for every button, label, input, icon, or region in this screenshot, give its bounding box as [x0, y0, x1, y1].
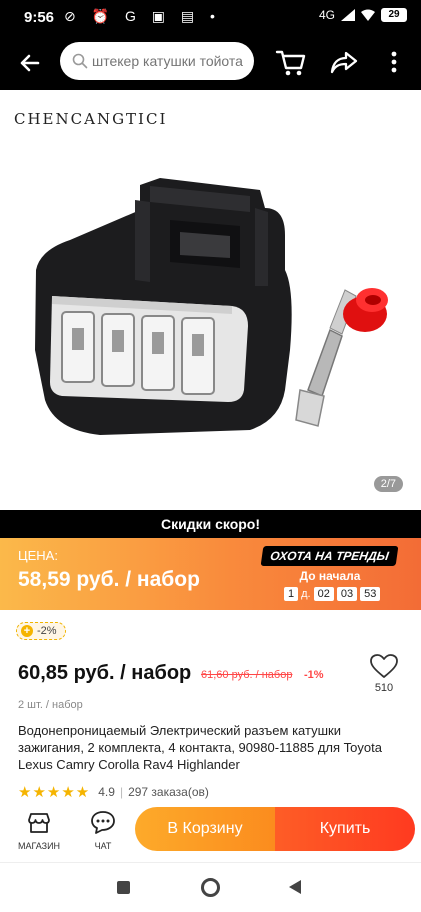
- product-price: 60,85 руб. / набор: [18, 662, 192, 684]
- store-button[interactable]: МАГАЗИН: [14, 806, 64, 860]
- buy-now-button[interactable]: Купить: [275, 807, 415, 851]
- old-price: 61,60 руб. / набор: [201, 669, 293, 681]
- price-label: ЦЕНА:: [18, 548, 58, 563]
- wishlist-button[interactable]: [368, 652, 400, 680]
- top-nav: [0, 36, 421, 90]
- network-label: 4G: [318, 8, 335, 22]
- coupon-badge[interactable]: + -2%: [16, 622, 66, 640]
- countdown-label: До начала: [299, 569, 361, 583]
- bottom-action-bar: МАГАЗИН ЧАТ В Корзину Купить: [0, 806, 421, 860]
- orders-count: 297 заказа(ов): [128, 785, 209, 799]
- rating-stars: ★★★★★: [18, 784, 91, 801]
- product-gallery[interactable]: CHENCANGTICI 2/7: [0, 90, 421, 510]
- plus-icon: +: [21, 625, 33, 637]
- search-bar[interactable]: [60, 42, 254, 80]
- unit-label: 2 шт. / набор: [18, 699, 83, 711]
- countdown-timer: 1 д. 02 03 53: [284, 587, 381, 601]
- arrow-left-icon: [20, 54, 40, 72]
- rating-separator: |: [119, 785, 124, 799]
- more-button[interactable]: [382, 46, 406, 78]
- status-bar: 9:56 ⊘ ⏰ G ▣ ▤ • 4G 29: [0, 0, 421, 36]
- cart-icon: [275, 50, 306, 76]
- heart-icon: [370, 654, 398, 678]
- battery-icon: 29: [381, 8, 407, 22]
- product-image: [35, 178, 388, 435]
- wishlist-count: 510: [374, 682, 394, 694]
- status-right-icons: 4G 29: [319, 8, 407, 22]
- status-time: 9:56: [24, 9, 55, 26]
- chat-button[interactable]: ЧАТ: [78, 806, 128, 860]
- wifi-icon: [361, 9, 375, 21]
- product-title: Водонепроницаемый Электрический разъем к…: [18, 723, 382, 772]
- sale-price: 58,59 руб. / набор: [18, 568, 200, 591]
- sale-price-banner: ЦЕНА: 58,59 руб. / набор ОХОТА НА ТРЕНДЫ…: [0, 538, 421, 610]
- cart-button[interactable]: [274, 46, 308, 78]
- search-icon: [72, 53, 88, 69]
- timer-days: 1: [284, 587, 299, 601]
- coupon-text: -2%: [37, 625, 57, 637]
- add-to-cart-button[interactable]: В Корзину: [135, 807, 275, 851]
- recents-icon[interactable]: [117, 881, 130, 894]
- store-label: МАГАЗИН: [17, 841, 61, 851]
- chat-label: ЧАТ: [94, 841, 112, 851]
- more-vertical-icon: [391, 51, 397, 73]
- discount-percent: -1%: [304, 669, 324, 681]
- system-nav-bar: [0, 862, 421, 912]
- back-button[interactable]: [14, 48, 46, 78]
- home-icon[interactable]: [201, 878, 220, 897]
- store-icon: [28, 813, 50, 833]
- search-input[interactable]: [92, 51, 250, 71]
- rating-row[interactable]: ★★★★★ 4.9 | 297 заказа(ов): [18, 783, 209, 801]
- notification-icons: ⊘ ⏰ G ▣ ▤ •: [64, 8, 221, 24]
- sale-strip: Скидки скоро!: [0, 510, 421, 538]
- timer-days-unit: д.: [301, 588, 311, 600]
- share-button[interactable]: [328, 46, 360, 78]
- rating-value: 4.9: [98, 785, 115, 799]
- share-icon: [330, 51, 358, 74]
- image-counter: 2/7: [373, 476, 403, 492]
- timer-hours: 02: [313, 587, 334, 601]
- chat-icon: [91, 811, 115, 834]
- system-back-icon[interactable]: [289, 880, 301, 894]
- signal-icon: [341, 9, 355, 21]
- timer-minutes: 03: [336, 587, 358, 601]
- trend-badge: ОХОТА НА ТРЕНДЫ: [260, 546, 399, 566]
- timer-seconds: 53: [360, 587, 381, 601]
